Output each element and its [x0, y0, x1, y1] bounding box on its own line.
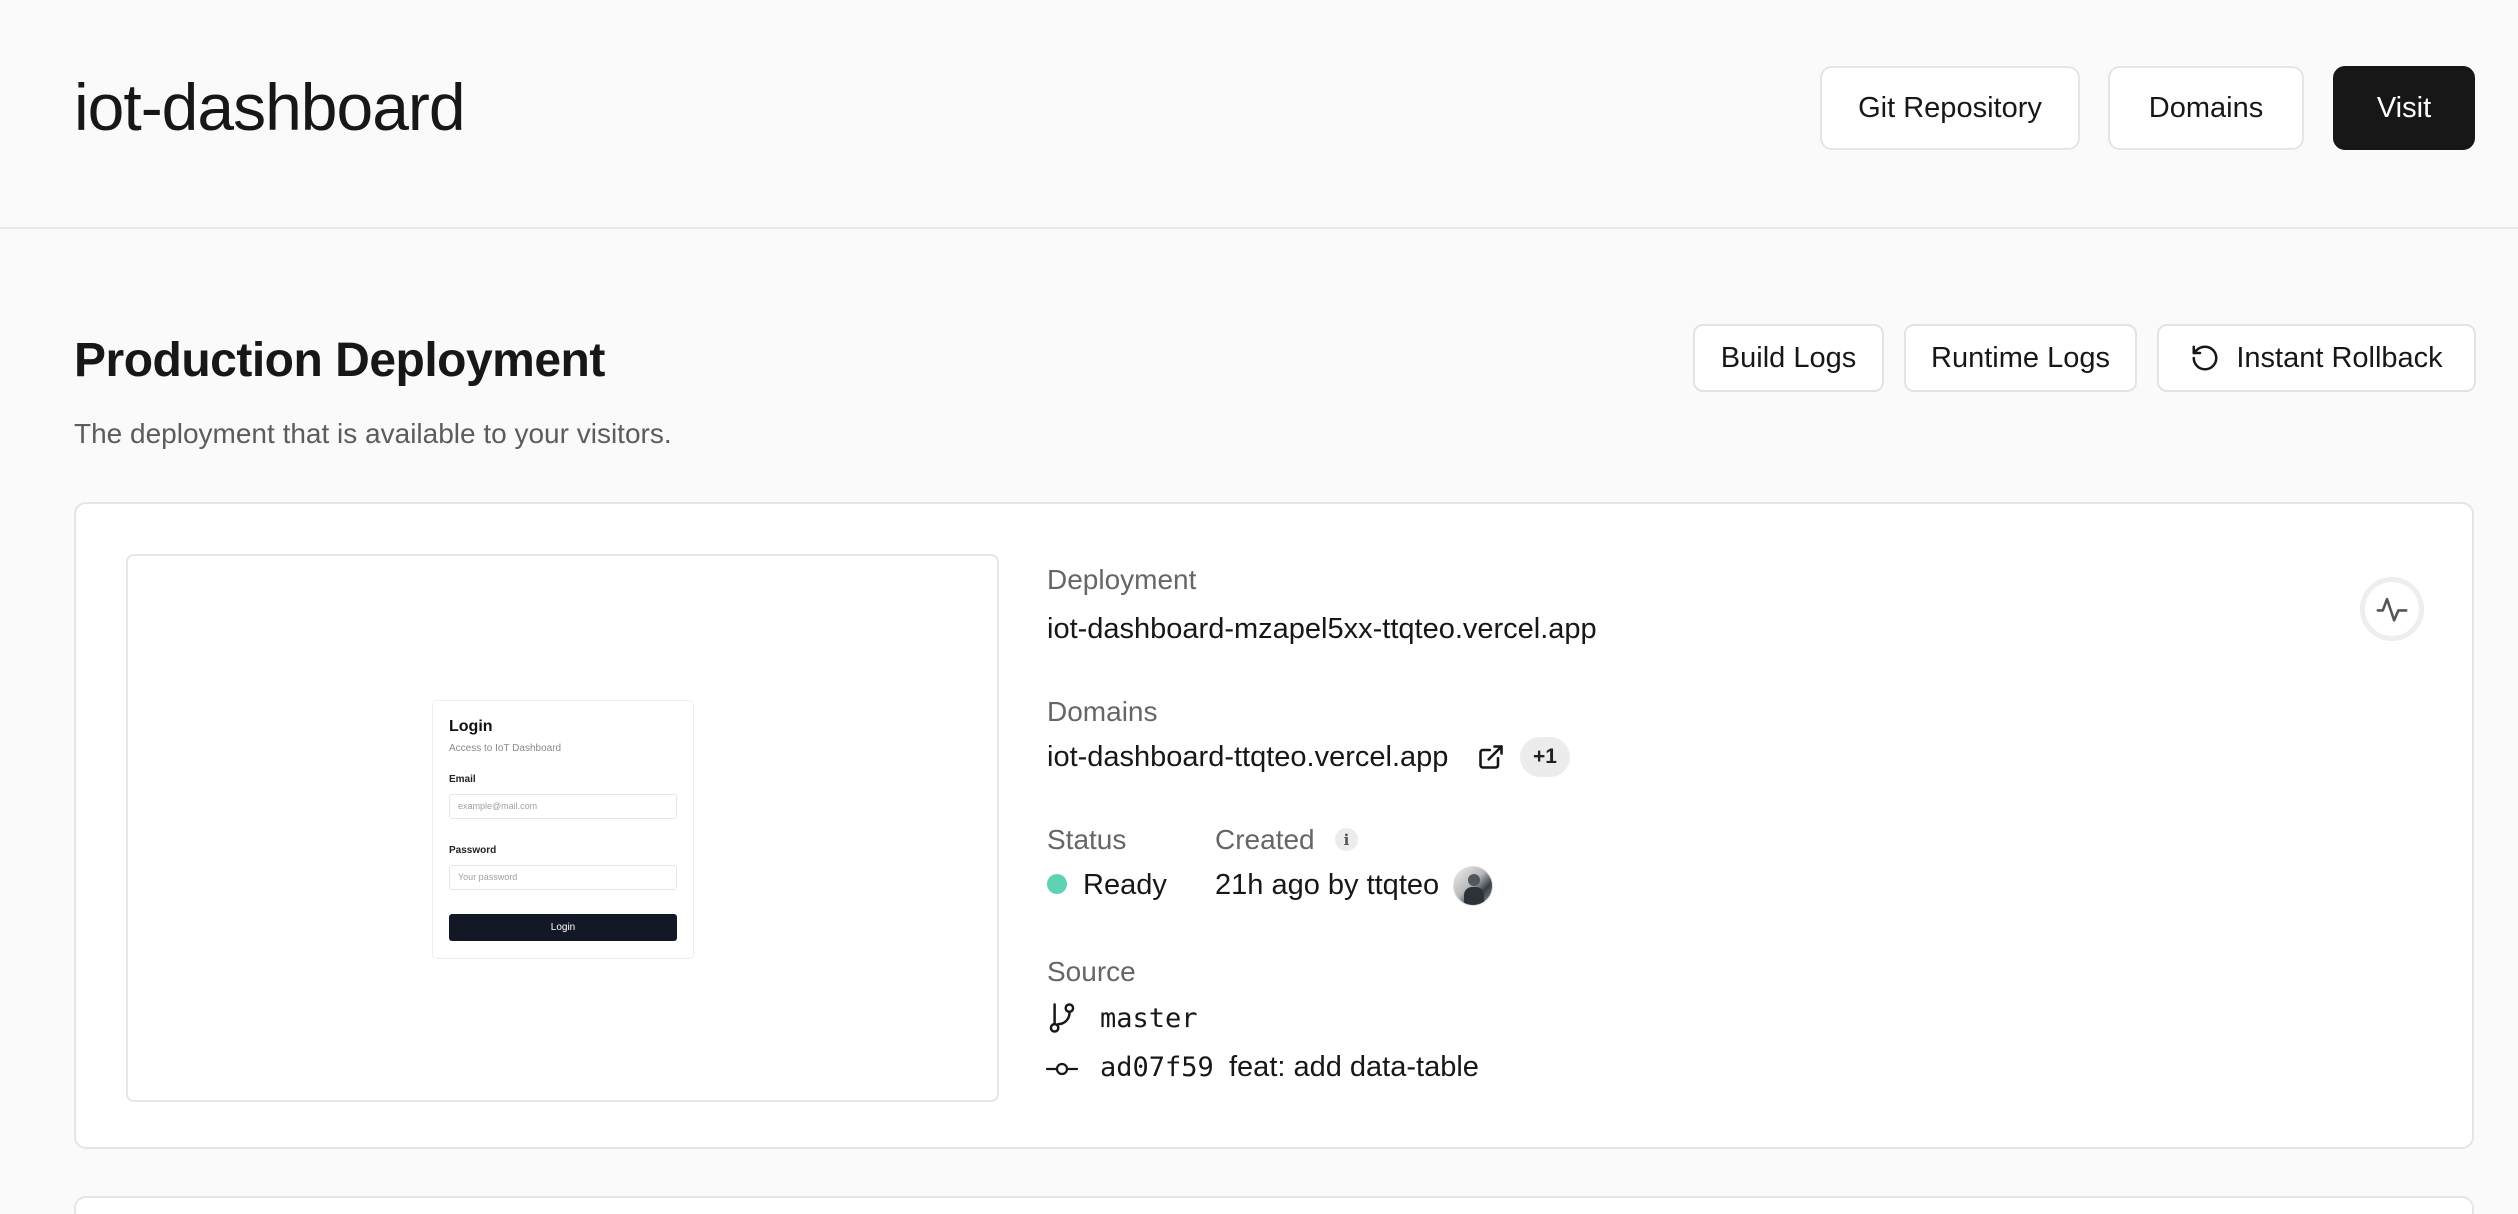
preview-login-subtitle: Access to IoT Dashboard [449, 743, 562, 754]
rotate-ccw-icon [2192, 345, 2218, 371]
section-description: The deployment that is available to your… [74, 418, 672, 449]
instant-rollback-button[interactable]: Instant Rollback [2157, 324, 2476, 392]
production-deployment-card: Login Access to IoT Dashboard Email exam… [74, 502, 2474, 1149]
git-commit-icon [1045, 1062, 1079, 1076]
section-title: Production Deployment [74, 334, 605, 387]
preview-login-form: Login Access to IoT Dashboard Email exam… [432, 700, 694, 959]
domain-link[interactable]: iot-dashboard-ttqteo.vercel.app [1047, 738, 1448, 776]
deployment-label: Deployment [1047, 564, 1197, 595]
source-label: Source [1047, 956, 1136, 987]
activity-icon [2376, 597, 2408, 622]
deployment-preview[interactable]: Login Access to IoT Dashboard Email exam… [126, 554, 999, 1102]
status-dot [1047, 874, 1067, 894]
visit-button[interactable]: Visit [2333, 66, 2475, 150]
preview-login-title: Login [449, 718, 493, 735]
preview-email-label: Email [449, 774, 476, 785]
instant-rollback-label: Instant Rollback [2236, 341, 2443, 374]
git-branch-icon [1049, 1003, 1075, 1033]
avatar[interactable] [1453, 866, 1493, 906]
domains-label: Domains [1047, 696, 1158, 727]
preview-password-field: Your password [449, 865, 677, 890]
status-value: Ready [1083, 869, 1167, 901]
page-header: iot-dashboard Git Repository Domains Vis… [0, 0, 2518, 229]
status-label: Status [1047, 824, 1127, 855]
created-value: 21h ago by ttqteo [1215, 869, 1440, 901]
build-logs-button[interactable]: Build Logs [1693, 324, 1884, 392]
branch-name[interactable]: master [1100, 1000, 1198, 1038]
extra-domains-badge[interactable]: +1 [1520, 737, 1570, 777]
preview-email-field: example@mail.com [449, 794, 677, 819]
external-link-icon[interactable] [1477, 743, 1505, 771]
project-title: iot-dashboard [74, 70, 466, 144]
activity-button[interactable] [2360, 577, 2424, 641]
commit-hash[interactable]: ad07f59 [1100, 1049, 1214, 1087]
preview-login-button: Login [449, 914, 677, 941]
commit-message: feat: add data-table [1229, 1051, 1479, 1083]
info-icon[interactable]: i [1335, 828, 1358, 851]
preview-password-label: Password [449, 845, 497, 856]
next-card [74, 1196, 2474, 1214]
deployment-url[interactable]: iot-dashboard-mzapel5xx-ttqteo.vercel.ap… [1047, 610, 1597, 648]
domains-button[interactable]: Domains [2108, 66, 2304, 150]
created-label: Created [1215, 824, 1315, 855]
runtime-logs-button[interactable]: Runtime Logs [1904, 324, 2137, 392]
git-repository-button[interactable]: Git Repository [1820, 66, 2080, 150]
